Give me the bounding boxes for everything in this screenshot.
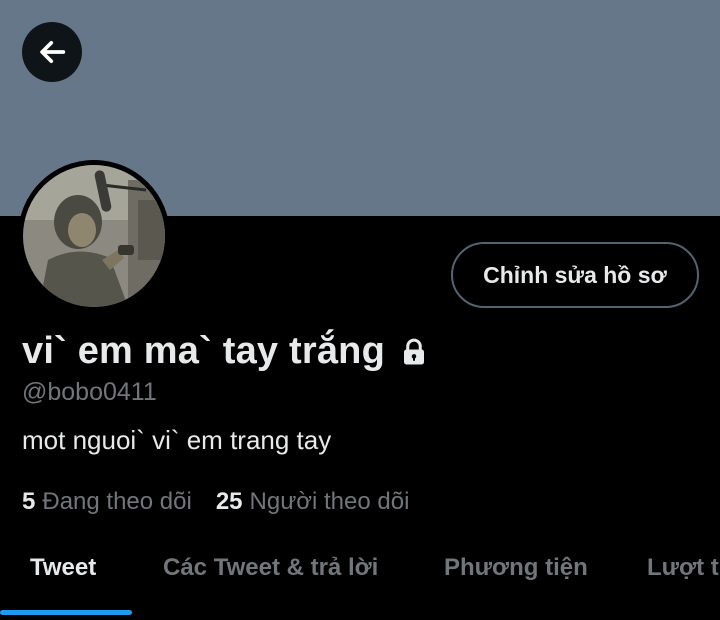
- display-name: vi` em ma` tay trắng: [22, 330, 385, 372]
- following-label: Đang theo dõi: [42, 488, 192, 515]
- profile-page: Chỉnh sửa hồ sơ vi` em ma` tay trắng @bo…: [0, 0, 720, 620]
- profile-bio: mot nguoi` vi` em trang tay: [22, 425, 332, 455]
- followers-stat[interactable]: 25 Người theo dõi: [216, 488, 410, 516]
- following-count: 5: [22, 488, 36, 515]
- tab-likes[interactable]: Lượt thích: [647, 554, 720, 582]
- back-button[interactable]: [22, 22, 82, 82]
- arrow-left-icon: [40, 40, 66, 64]
- display-name-row: vi` em ma` tay trắng: [22, 330, 429, 373]
- followers-count: 25: [215, 488, 243, 515]
- tab-tweets-replies[interactable]: Các Tweet & trả lời: [163, 554, 378, 582]
- lock-icon: [404, 338, 424, 364]
- tab-media[interactable]: Phương tiện: [444, 554, 588, 582]
- tab-tweet[interactable]: Tweet: [30, 554, 96, 582]
- avatar[interactable]: [18, 160, 170, 312]
- active-tab-indicator: [0, 610, 132, 615]
- follow-stats: 5 Đang theo dõi 25 Người theo dõi: [22, 488, 433, 516]
- following-stat[interactable]: 5 Đang theo dõi: [22, 488, 192, 516]
- followers-label: Người theo dõi: [249, 488, 410, 515]
- profile-tabs: Tweet Các Tweet & trả lời Phương tiện Lư…: [0, 540, 720, 620]
- avatar-photo: [18, 160, 170, 312]
- edit-profile-button[interactable]: Chỉnh sửa hồ sơ: [451, 242, 699, 308]
- profile-handle: @bobo0411: [22, 378, 157, 406]
